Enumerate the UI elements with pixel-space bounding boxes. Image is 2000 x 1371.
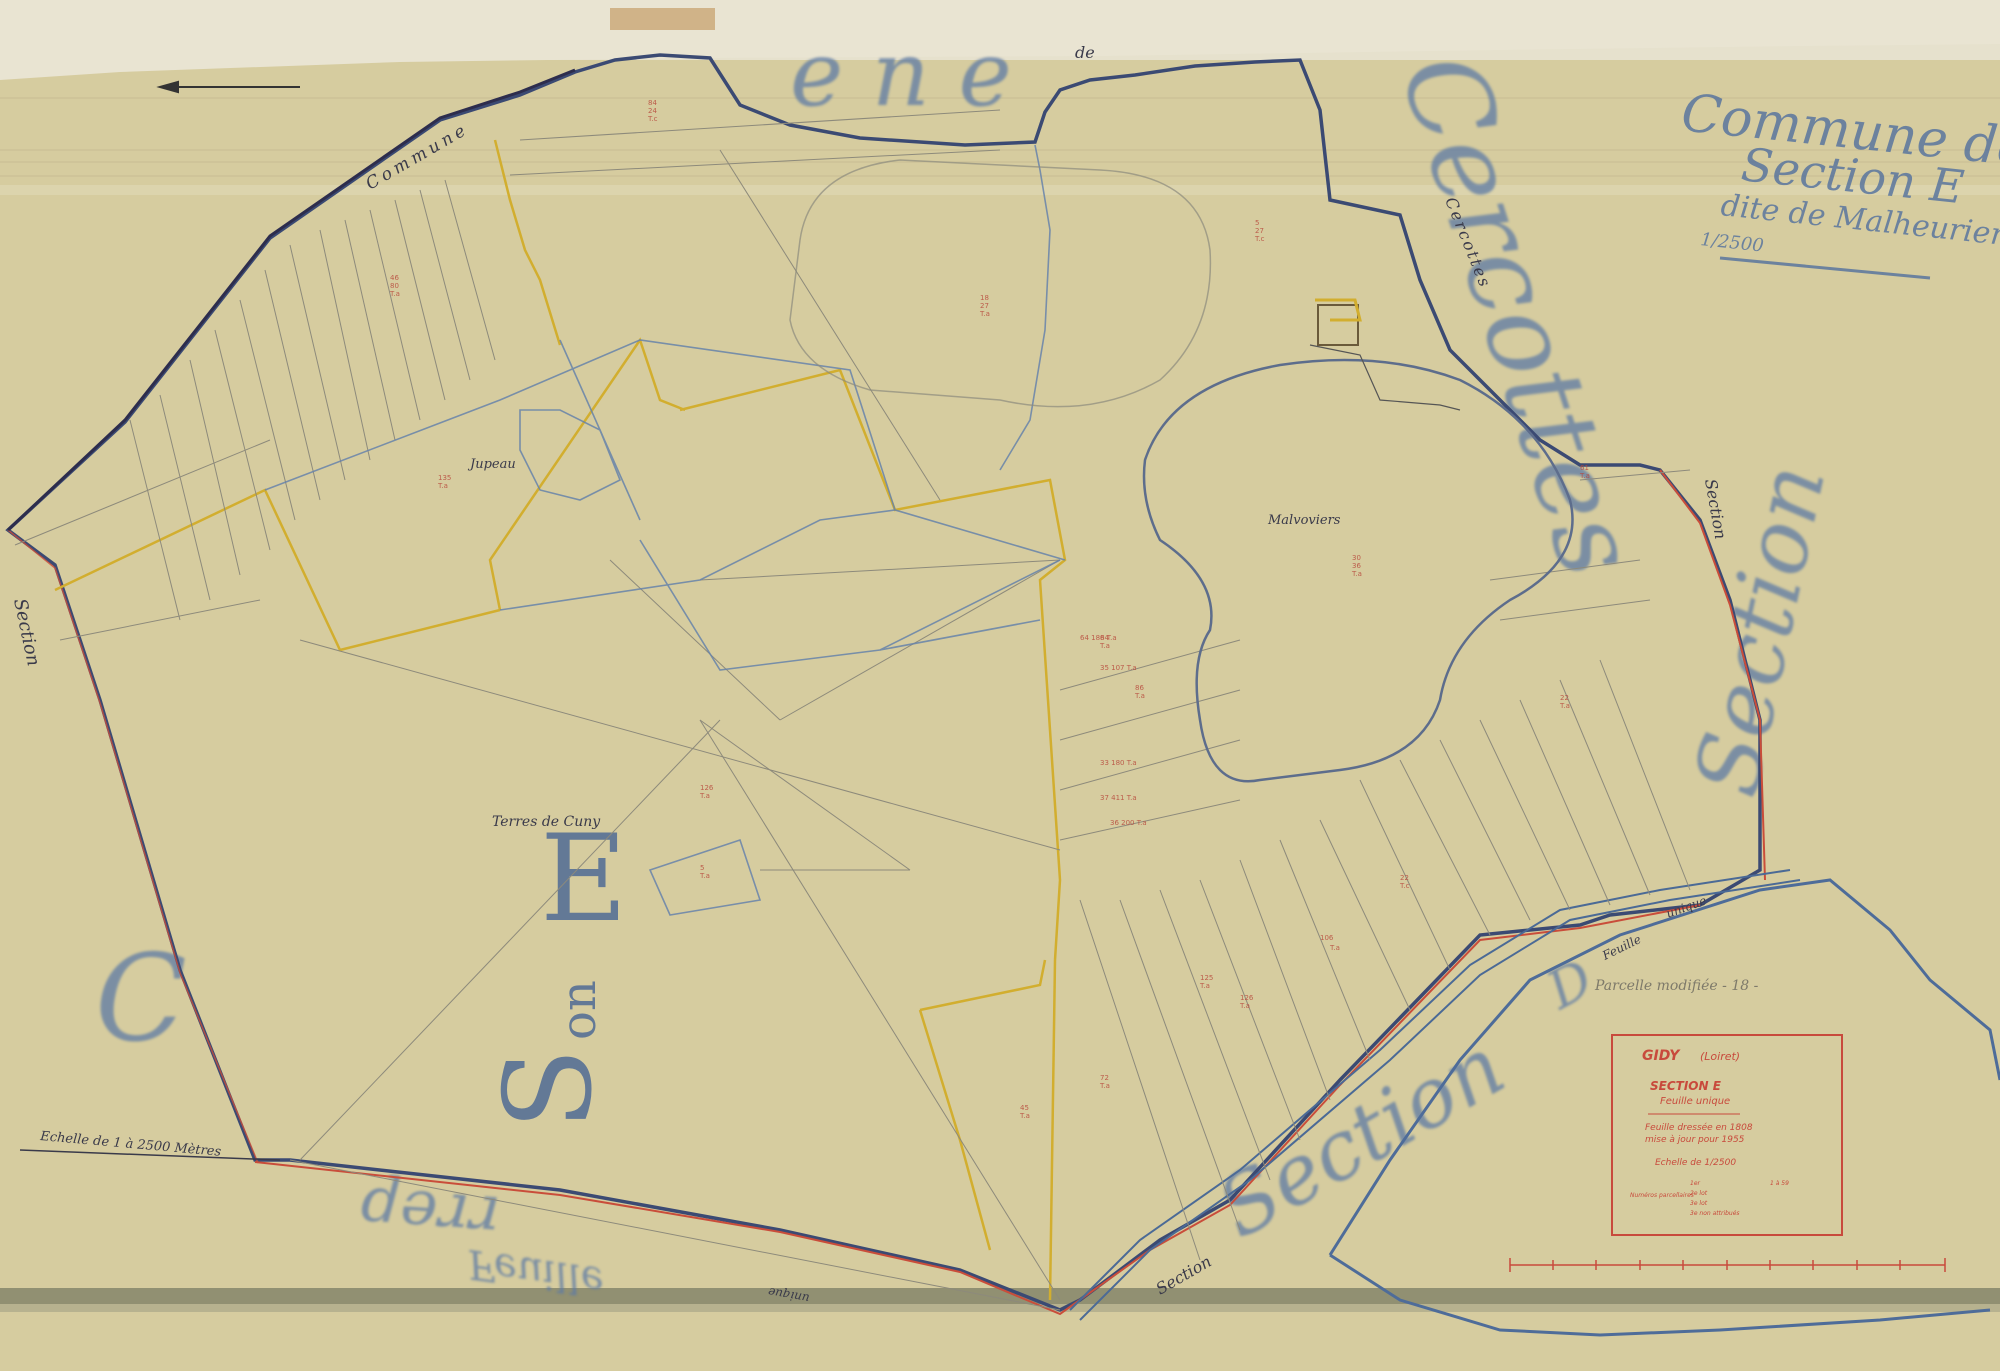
label-de-top: de xyxy=(1075,43,1095,62)
map-canvas: e n e Cercottes Section Section D C Feui… xyxy=(0,0,2000,1371)
svg-text:35 107 T.a: 35 107 T.a xyxy=(1100,664,1137,672)
svg-text:125: 125 xyxy=(1200,974,1213,982)
svg-text:T.a: T.a xyxy=(1019,1112,1030,1120)
svg-text:T.c: T.c xyxy=(647,115,658,123)
scan-band-bottom xyxy=(0,1288,2000,1304)
svg-text:T.a: T.a xyxy=(1579,472,1590,480)
svg-text:80: 80 xyxy=(390,282,399,290)
svg-text:T.a: T.a xyxy=(1351,570,1362,578)
svg-text:46: 46 xyxy=(390,274,399,282)
svg-text:5: 5 xyxy=(700,864,704,872)
svg-text:T.c: T.c xyxy=(1254,235,1265,243)
cartouche-num-row1-value: 1 à 59 xyxy=(1770,1180,1789,1187)
svg-text:T.a: T.a xyxy=(699,792,710,800)
svg-text:45: 45 xyxy=(1020,1104,1029,1112)
svg-text:T.a: T.a xyxy=(1329,944,1340,952)
label-parcelle-modifiee: Parcelle modifiée - 18 - xyxy=(1594,978,1759,994)
svg-text:T.a: T.a xyxy=(389,290,400,298)
svg-text:T.a: T.a xyxy=(1239,1002,1250,1010)
svg-text:135: 135 xyxy=(438,474,451,482)
svg-text:36: 36 xyxy=(1352,562,1361,570)
label-jupeau: Jupeau xyxy=(467,457,516,472)
cartouche-commune: GIDY xyxy=(1642,1048,1681,1064)
svg-text:18: 18 xyxy=(980,294,989,302)
cartouche-section: SECTION E xyxy=(1650,1079,1722,1093)
cartouche-mise-a-jour: mise à jour pour 1955 xyxy=(1645,1135,1745,1145)
cartouche-num-row2-label: 2e lot xyxy=(1690,1190,1708,1197)
svg-text:27: 27 xyxy=(1255,227,1264,235)
label-terres-de-cuny: Terres de Cuny xyxy=(492,814,601,830)
cadastral-map: e n e Cercottes Section Section D C Feui… xyxy=(0,0,2000,1371)
svg-text:64 186 T.a: 64 186 T.a xyxy=(1080,634,1117,642)
svg-text:126: 126 xyxy=(700,784,714,792)
cartouche-num-row1-label: 1er xyxy=(1690,1180,1701,1187)
svg-text:27: 27 xyxy=(980,302,989,310)
svg-text:126: 126 xyxy=(1240,994,1254,1002)
cartouche-dressee: Feuille dressée en 1808 xyxy=(1645,1122,1753,1133)
svg-text:T.a: T.a xyxy=(437,482,448,490)
svg-text:22: 22 xyxy=(1560,694,1569,702)
svg-text:T.a: T.a xyxy=(699,872,710,880)
svg-text:84: 84 xyxy=(648,99,657,107)
label-malvoviers: Malvoviers xyxy=(1267,513,1341,528)
svg-text:33 180 T.a: 33 180 T.a xyxy=(1100,759,1137,767)
svg-text:T.a: T.a xyxy=(1559,702,1570,710)
svg-text:5: 5 xyxy=(1255,219,1259,227)
svg-text:36 200 T.a: 36 200 T.a xyxy=(1110,819,1147,827)
big-letter-S-on: on xyxy=(551,980,607,1040)
cartouche-numeros-label: Numéros parcellaires xyxy=(1630,1192,1694,1199)
svg-text:24: 24 xyxy=(648,107,657,115)
svg-text:61: 61 xyxy=(1580,464,1589,472)
svg-text:22: 22 xyxy=(1400,874,1409,882)
svg-text:T.a: T.a xyxy=(1099,1082,1110,1090)
svg-text:T.c: T.c xyxy=(1399,882,1410,890)
cartouche-echelle: Echelle de 1/2500 xyxy=(1655,1158,1736,1168)
svg-text:106: 106 xyxy=(1320,934,1334,942)
svg-text:T.a: T.a xyxy=(979,310,990,318)
svg-text:T.a: T.a xyxy=(1199,982,1210,990)
svg-text:T.a: T.a xyxy=(1099,642,1110,650)
tape-strip xyxy=(610,8,715,30)
svg-text:30: 30 xyxy=(1352,554,1361,562)
scan-band-bottom-2 xyxy=(0,1304,2000,1312)
cartouche-num-row4-label: 3e non attribués xyxy=(1690,1210,1740,1217)
scan-band-top xyxy=(0,185,2000,195)
svg-text:86: 86 xyxy=(1135,684,1144,692)
svg-text:T.a: T.a xyxy=(1134,692,1145,700)
cartouche-departement: (Loiret) xyxy=(1700,1050,1740,1063)
big-letter-S: S xyxy=(480,1048,619,1130)
cartouche-feuille: Feuille unique xyxy=(1660,1096,1730,1107)
svg-text:37 411 T.a: 37 411 T.a xyxy=(1100,794,1137,802)
cartouche-num-row3-label: 3e lot xyxy=(1690,1200,1708,1207)
svg-text:72: 72 xyxy=(1100,1074,1109,1082)
